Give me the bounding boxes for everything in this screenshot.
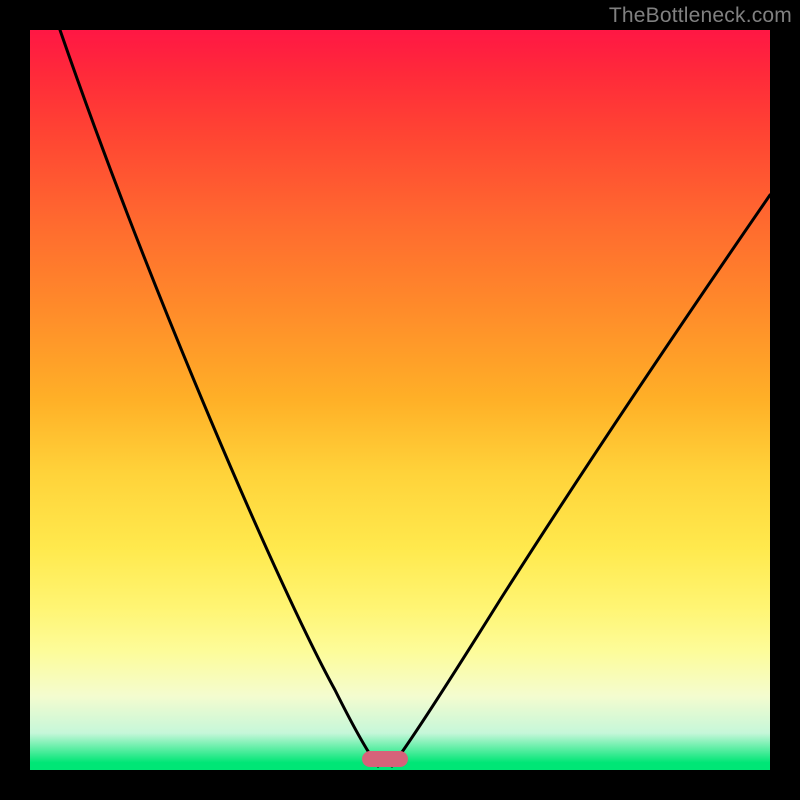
optimal-marker — [362, 751, 408, 767]
watermark-text: TheBottleneck.com — [609, 4, 792, 28]
curve-left-branch — [60, 30, 378, 766]
plot-area — [30, 30, 770, 770]
curve-right-branch — [392, 195, 770, 766]
chart-frame: TheBottleneck.com — [0, 0, 800, 800]
bottleneck-curve — [30, 30, 770, 770]
